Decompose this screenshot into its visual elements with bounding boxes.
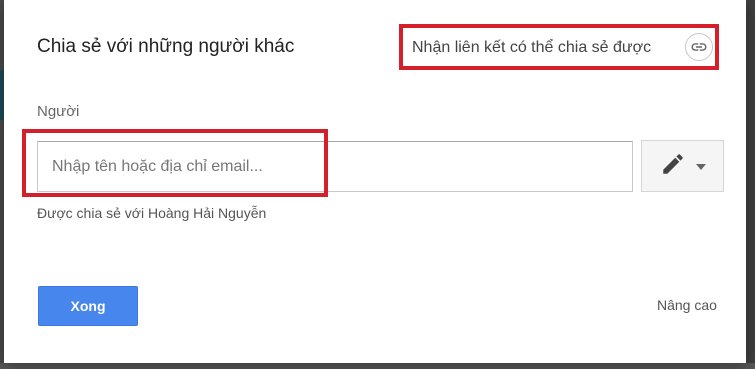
permission-dropdown-button[interactable] xyxy=(641,140,724,192)
people-label: Người xyxy=(37,103,80,120)
share-link-highlight: Nhận liên kết có thể chia sẻ được xyxy=(399,24,719,70)
pencil-icon xyxy=(660,151,686,182)
shared-with-text: Được chia sẻ với Hoàng Hải Nguyễn xyxy=(37,205,267,221)
get-shareable-link[interactable]: Nhận liên kết có thể chia sẻ được xyxy=(412,39,651,57)
link-icon[interactable] xyxy=(685,33,713,61)
advanced-link[interactable]: Nâng cao xyxy=(657,297,717,313)
done-button[interactable]: Xong xyxy=(38,286,138,326)
email-input[interactable] xyxy=(52,156,612,178)
page-backdrop-bottom xyxy=(0,363,755,369)
share-dialog: Chia sẻ với những người khác Nhận liên k… xyxy=(4,0,746,363)
email-field-box xyxy=(37,141,633,192)
dialog-title: Chia sẻ với những người khác xyxy=(37,36,295,57)
caret-down-icon xyxy=(695,157,706,175)
